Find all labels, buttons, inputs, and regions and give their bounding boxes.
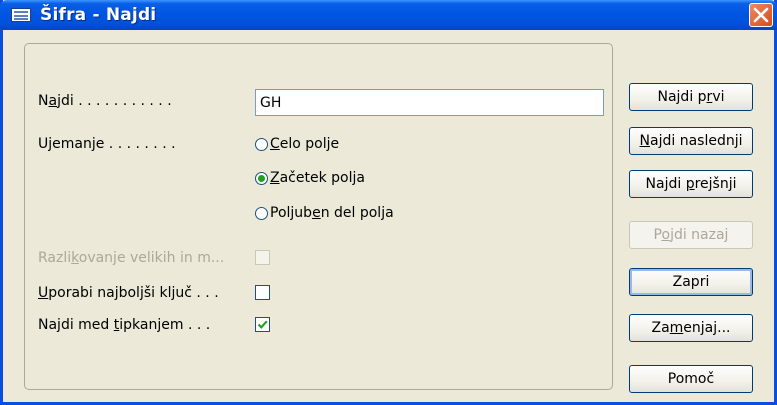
window-title: Šifra - Najdi: [40, 5, 157, 25]
find-next-button[interactable]: Najdi naslednji: [629, 127, 753, 155]
match-whole-field-radio[interactable]: Celo polje: [255, 134, 339, 154]
close-window-button[interactable]: [749, 3, 773, 27]
find-label: Najdi . . . . . . . . . . .: [38, 93, 172, 109]
radio-start-of-field-label: Začetek polja: [270, 170, 365, 186]
radio-whole-field[interactable]: [255, 137, 268, 151]
find-as-you-type-checkbox[interactable]: [255, 317, 270, 332]
find-first-button[interactable]: Najdi prvi: [629, 83, 753, 111]
close-icon: [753, 7, 769, 23]
match-any-part-radio[interactable]: Poljuben del polja: [255, 203, 394, 223]
radio-whole-field-label: Celo polje: [270, 136, 340, 152]
radio-start-of-field[interactable]: [255, 171, 268, 185]
replace-button[interactable]: Zamenjaj...: [629, 314, 753, 342]
case-sensitive-label: Razlikovanje velikih in m...: [38, 250, 225, 266]
match-start-of-field-radio[interactable]: Začetek polja: [255, 168, 365, 188]
table-icon: [11, 8, 31, 22]
find-previous-button[interactable]: Najdi prejšnji: [629, 170, 753, 198]
radio-any-part-label: Poljuben del polja: [270, 205, 394, 221]
match-label: Ujemanje . . . . . . . .: [38, 136, 176, 152]
close-button[interactable]: Zapri: [629, 268, 753, 296]
help-button[interactable]: Pomoč: [629, 365, 753, 393]
find-input[interactable]: [255, 89, 604, 116]
title-bar[interactable]: Šifra - Najdi: [0, 0, 777, 30]
find-as-you-type-label: Najdi med tipkanjem . . .: [38, 317, 211, 333]
use-best-key-label: Uporabi najboljši ključ . . .: [38, 285, 219, 301]
go-back-button[interactable]: Pojdi nazaj: [629, 221, 753, 249]
radio-any-part[interactable]: [255, 206, 268, 220]
use-best-key-checkbox[interactable]: [255, 285, 270, 300]
case-sensitive-checkbox[interactable]: [255, 250, 270, 265]
checkmark-icon: [257, 320, 268, 329]
